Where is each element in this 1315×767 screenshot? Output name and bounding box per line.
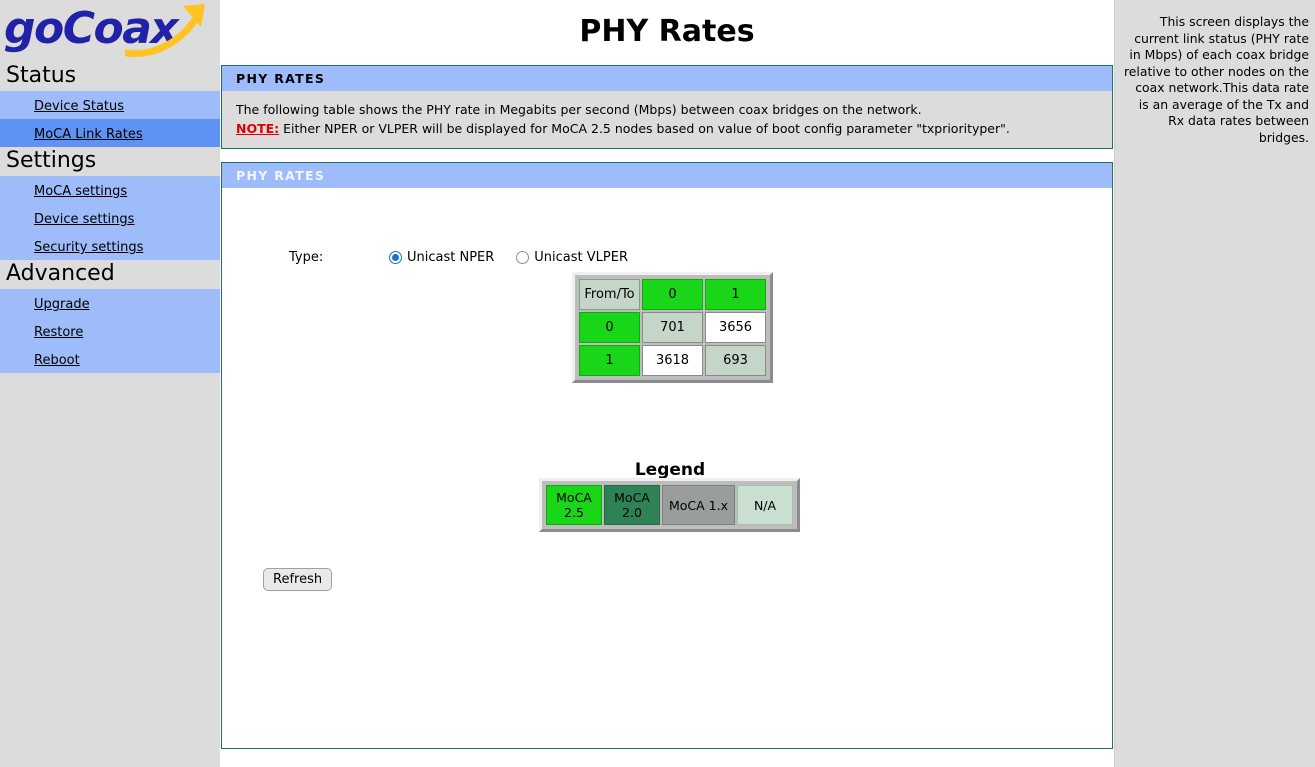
legend-cell-m1x: MoCA 1.x (662, 485, 736, 525)
sidebar-group-title: Settings (0, 147, 220, 176)
radio-unicast-nper[interactable]: Unicast NPER (389, 250, 494, 265)
sidebar-item-device-settings[interactable]: Device settings (0, 204, 220, 232)
sidebar-item-label[interactable]: Reboot (34, 353, 80, 368)
sidebar-nav: Status Device Status MoCA Link Rates Settin… (0, 62, 220, 373)
info-panel-header: PHY RATES (222, 66, 1112, 91)
help-pane: This screen displays the current link st… (1116, 0, 1315, 767)
column-header-cell: 0 (642, 279, 703, 310)
info-panel: PHY RATES The following table shows the … (221, 65, 1113, 149)
sidebar-item-label[interactable]: Restore (34, 325, 83, 340)
info-description: The following table shows the PHY rate i… (236, 102, 922, 117)
table-row: 1 3618 693 (579, 345, 766, 376)
sidebar-group-list: Upgrade Restore Reboot (0, 289, 220, 373)
phy-rate-table-frame: From/To 0 1 0 701 3656 1 3618 693 (572, 272, 773, 383)
refresh-button[interactable]: Refresh (263, 568, 333, 591)
sidebar-item-label[interactable]: Upgrade (34, 297, 90, 312)
info-note: NOTE: Either NPER or VLPER will be displ… (236, 119, 1098, 138)
sidebar-item-reboot[interactable]: Reboot (0, 345, 220, 373)
radio-button-icon[interactable] (389, 251, 402, 264)
sidebar-item-device-status[interactable]: Device Status (0, 91, 220, 119)
help-text: This screen displays the current link st… (1123, 14, 1309, 145)
legend-cell-m20: MoCA 2.0 (604, 485, 660, 525)
brand-logo[interactable]: goCoax (0, 0, 220, 62)
rates-panel: PHY RATES Type: Unicast NPER Unicast VLPE… (221, 162, 1113, 749)
legend-cell-m25: MoCA 2.5 (546, 485, 602, 525)
radio-button-icon[interactable] (516, 251, 530, 264)
row-header-cell: 1 (579, 345, 640, 376)
sidebar-item-label[interactable]: MoCA Link Rates (34, 127, 143, 142)
note-text: Either NPER or VLPER will be displayed f… (283, 121, 1010, 136)
rates-panel-header: PHY RATES (222, 163, 1112, 188)
sidebar-group-title: Status (0, 62, 220, 91)
table-row: 0 701 3656 (579, 312, 766, 343)
legend-title: Legend (634, 460, 706, 480)
rates-form-area: Type: Unicast NPER Unicast VLPER From/To 0… (222, 188, 1112, 748)
table-header-row: From/To 0 1 (579, 279, 766, 310)
radio-label: Unicast NPER (407, 250, 495, 265)
sidebar: goCoax Status Device Status MoCA Link Rate… (0, 0, 220, 767)
legend-cell-na: N/A (737, 485, 794, 525)
sidebar-item-security-settings[interactable]: Security settings (0, 232, 220, 260)
rate-cell: 3656 (705, 312, 766, 343)
sidebar-group-title: Advanced (0, 260, 220, 289)
sidebar-item-label[interactable]: Device Status (34, 99, 124, 114)
row-header-cell: 0 (579, 312, 640, 343)
legend-table: MoCA 2.5 MoCA 2.0 MoCA 1.x N/A (544, 483, 795, 527)
page-title: PHY Rates (579, 14, 755, 49)
radio-unicast-vlper[interactable]: Unicast VLPER (516, 250, 628, 265)
rate-cell: 3618 (642, 345, 703, 376)
phy-rate-table: From/To 0 1 0 701 3656 1 3618 693 (577, 277, 768, 378)
swoosh-arrow-icon (125, 4, 205, 58)
sidebar-item-label[interactable]: Security settings (34, 240, 143, 255)
legend-frame: MoCA 2.5 MoCA 2.0 MoCA 1.x N/A (539, 478, 801, 532)
phy-rates-page: goCoax Status Device Status MoCA Link Rate… (0, 0, 1315, 767)
info-panel-body: The following table shows the PHY rate i… (222, 91, 1112, 148)
rate-cell: 701 (642, 312, 703, 343)
type-selector-row: Type: Unicast NPER Unicast VLPER (289, 250, 650, 265)
sidebar-item-moca-settings[interactable]: MoCA settings (0, 176, 220, 204)
column-header-cell: 1 (705, 279, 766, 310)
sidebar-item-restore[interactable]: Restore (0, 317, 220, 345)
sidebar-group-list: MoCA settings Device settings Security set… (0, 176, 220, 260)
rate-cell: 693 (705, 345, 766, 376)
sidebar-item-label[interactable]: MoCA settings (34, 184, 127, 199)
main-content: PHY Rates PHY RATES The following table … (220, 0, 1115, 767)
sidebar-item-upgrade[interactable]: Upgrade (0, 289, 220, 317)
sidebar-group-list: Device Status MoCA Link Rates (0, 91, 220, 147)
sidebar-item-moca-link-rates[interactable]: MoCA Link Rates (0, 119, 220, 147)
type-radio-group: Unicast NPER Unicast VLPER (389, 250, 650, 265)
sidebar-item-label[interactable]: Device settings (34, 212, 134, 227)
corner-header-cell: From/To (579, 279, 640, 310)
radio-label: Unicast VLPER (534, 250, 629, 265)
note-label: NOTE: (236, 121, 280, 136)
type-label: Type: (289, 250, 324, 265)
